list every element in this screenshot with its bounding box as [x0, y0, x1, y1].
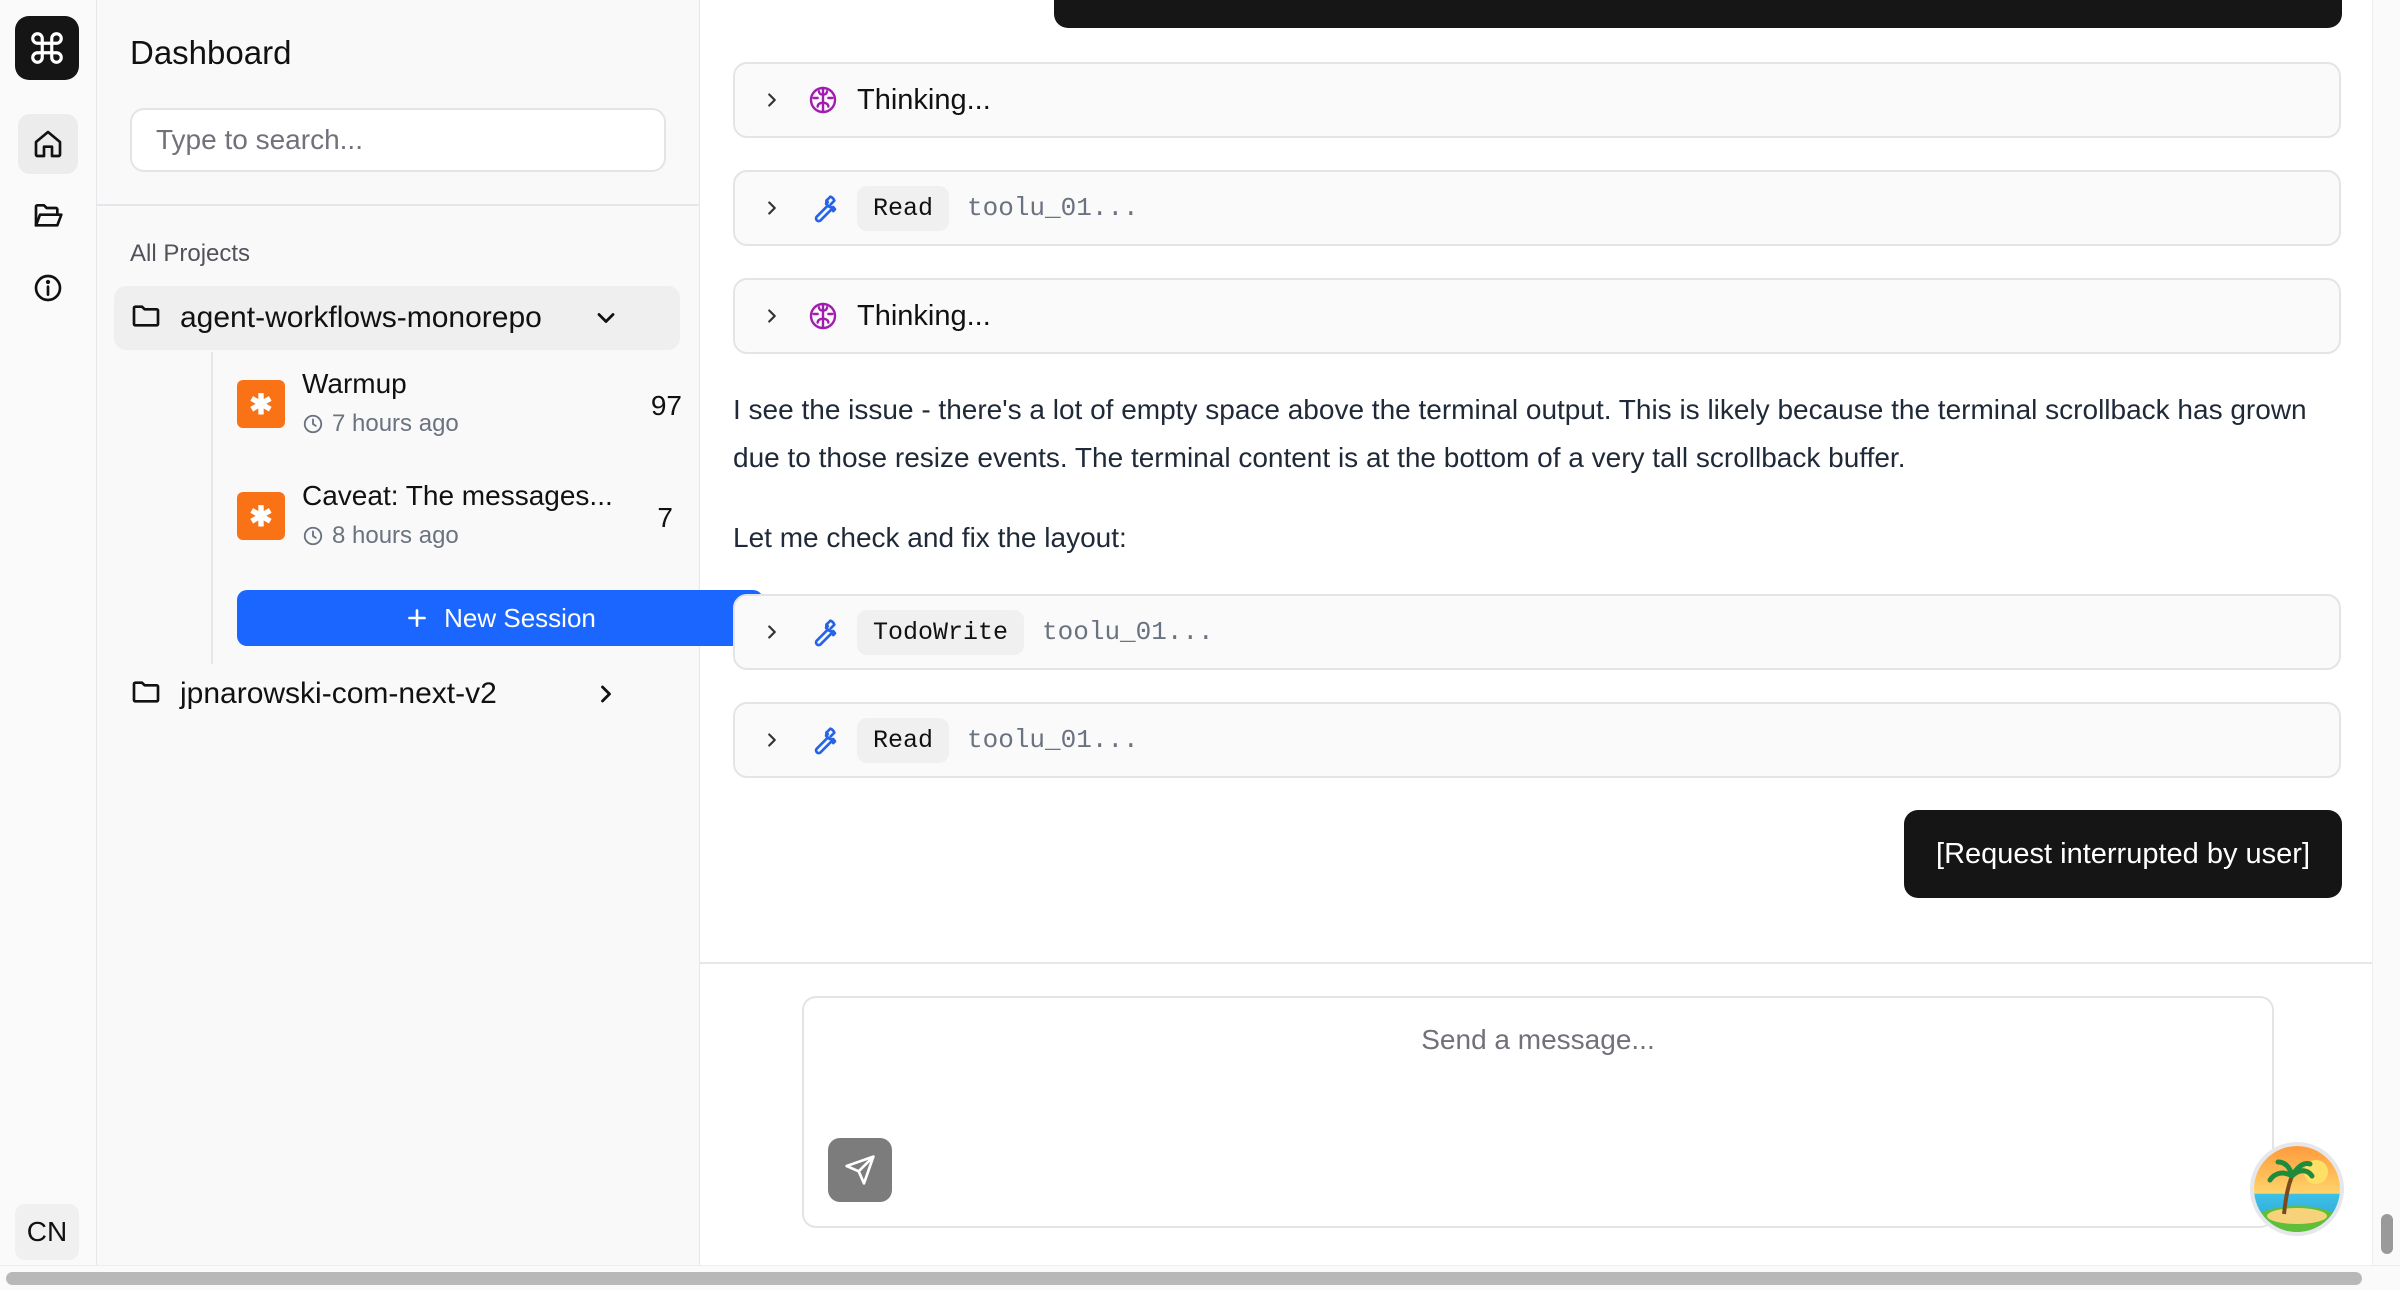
sidebar: Dashboard All Projects agent-workflows-m…: [97, 0, 763, 1265]
chat-panel: Thinking... Read toolu_01... Thinking...…: [700, 0, 2372, 1265]
asterisk-icon: ✱: [237, 492, 285, 540]
composer-divider: [700, 962, 2372, 964]
thinking-block[interactable]: Thinking...: [733, 62, 2341, 138]
tool-name: TodoWrite: [857, 609, 1025, 655]
chevron-down-icon[interactable]: [592, 304, 620, 337]
thinking-block[interactable]: Thinking...: [733, 278, 2341, 354]
send-icon: [845, 1155, 875, 1185]
chevron-right-icon[interactable]: [761, 89, 787, 111]
command-icon[interactable]: [15, 16, 79, 80]
session-item[interactable]: ✱ Warmup 7 hours ago 97: [237, 368, 757, 458]
chevron-right-icon[interactable]: [761, 621, 787, 643]
tool-call-read[interactable]: Read toolu_01...: [733, 702, 2341, 778]
folder-icon: [130, 676, 162, 713]
project-name: agent-workflows-monorepo: [180, 301, 542, 334]
wrench-icon: [807, 192, 839, 224]
session-count: 97: [650, 390, 682, 421]
project-name: jpnarowski-com-next-v2: [180, 677, 497, 710]
info-icon[interactable]: [18, 258, 78, 318]
session-count: 7: [657, 502, 673, 533]
scroll-thumb[interactable]: [2381, 1214, 2393, 1254]
session-item[interactable]: ✱ Caveat: The messages... 8 hours ago 7: [237, 480, 757, 570]
plus-icon: [408, 609, 427, 627]
home-icon[interactable]: [18, 114, 78, 174]
user-message-partial: [1054, 0, 2342, 28]
project-item-jpnarowski-com-next-v2[interactable]: jpnarowski-com-next-v2: [114, 662, 680, 726]
thinking-label: Thinking...: [857, 299, 991, 332]
clock-icon: [303, 526, 323, 546]
icon-rail: CN: [0, 0, 97, 1290]
vertical-scrollbar[interactable]: [2372, 0, 2400, 1265]
chevron-right-icon[interactable]: [761, 197, 787, 219]
wrench-icon: [807, 616, 839, 648]
language-toggle[interactable]: CN: [15, 1204, 79, 1260]
session-time-text: 8 hours ago: [332, 522, 459, 549]
message-input[interactable]: [804, 998, 2272, 1148]
session-time: 7 hours ago: [302, 410, 459, 438]
session-guide-line: [211, 352, 213, 664]
project-item-agent-workflows-monorepo[interactable]: agent-workflows-monorepo: [114, 286, 680, 350]
clock-icon: [303, 414, 323, 434]
thinking-label: Thinking...: [857, 83, 991, 116]
chevron-right-icon[interactable]: [761, 305, 787, 327]
tool-name: Read: [857, 717, 950, 763]
divider: [97, 204, 700, 206]
tool-call-todowrite[interactable]: TodoWrite toolu_01...: [733, 594, 2341, 670]
brain-icon: [807, 84, 839, 116]
assistant-paragraph: I see the issue - there's a lot of empty…: [733, 394, 2307, 473]
asterisk-icon: ✱: [237, 380, 285, 428]
horizontal-scrollbar[interactable]: [0, 1265, 2400, 1290]
session-time: 8 hours ago: [302, 522, 459, 550]
tool-id: toolu_01...: [967, 193, 1139, 223]
folder-icon: [130, 300, 162, 337]
session-time-text: 7 hours ago: [332, 410, 459, 437]
user-message: [Request interrupted by user]: [1904, 810, 2342, 898]
tool-name: Read: [857, 185, 950, 231]
chevron-right-icon[interactable]: [761, 729, 787, 751]
wrench-icon: [807, 724, 839, 756]
section-label: All Projects: [130, 240, 251, 267]
session-title: Warmup: [302, 368, 407, 399]
send-button[interactable]: [828, 1138, 892, 1202]
chevron-right-icon[interactable]: [592, 680, 620, 713]
assistant-paragraph: Let me check and fix the layout:: [733, 522, 1127, 553]
new-session-button[interactable]: New Session: [237, 590, 763, 646]
beach-avatar-icon[interactable]: [2250, 1142, 2344, 1236]
sidebar-title: Dashboard: [130, 34, 292, 71]
folder-open-icon[interactable]: [18, 186, 78, 246]
session-title: Caveat: The messages...: [302, 480, 613, 511]
scroll-thumb[interactable]: [6, 1272, 2362, 1285]
brain-icon: [807, 300, 839, 332]
search-input[interactable]: [130, 108, 666, 172]
tool-call-read[interactable]: Read toolu_01...: [733, 170, 2341, 246]
tool-id: toolu_01...: [1042, 617, 1214, 647]
new-session-label: New Session: [444, 602, 596, 633]
message-composer: [802, 996, 2274, 1228]
tool-id: toolu_01...: [967, 725, 1139, 755]
